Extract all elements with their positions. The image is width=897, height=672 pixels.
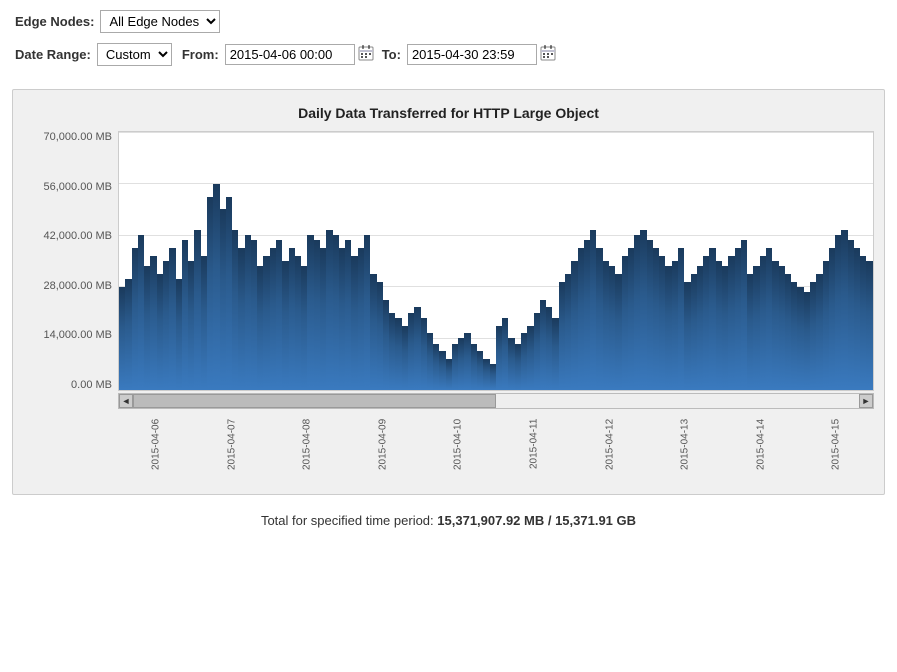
x-axis-label: 2015-04-09 <box>345 409 421 479</box>
edge-nodes-select[interactable]: All Edge Nodes <box>100 10 220 33</box>
x-axis-label: 2015-04-08 <box>269 409 345 479</box>
bars-container <box>119 132 873 390</box>
bar-group <box>866 132 872 390</box>
scroll-left-arrow[interactable]: ◄ <box>119 394 133 408</box>
total-label: Total for specified time period: <box>261 513 434 528</box>
date-range-select[interactable]: Custom <box>97 43 172 66</box>
y-axis-label: 56,000.00 MB <box>44 181 113 193</box>
bar <box>866 261 872 390</box>
scrollbar[interactable]: ◄ ► <box>118 393 874 409</box>
edge-nodes-label: Edge Nodes: <box>15 14 94 29</box>
y-axis-label: 70,000.00 MB <box>44 131 113 143</box>
chart-container: Daily Data Transferred for HTTP Large Ob… <box>12 89 885 495</box>
total-value: 15,371,907.92 MB / 15,371.91 GB <box>437 513 636 528</box>
from-date-input[interactable] <box>225 44 355 65</box>
total-line: Total for specified time period: 15,371,… <box>0 505 897 533</box>
controls-panel: Edge Nodes: All Edge Nodes Date Range: C… <box>0 0 897 84</box>
edge-nodes-row: Edge Nodes: All Edge Nodes <box>15 10 882 33</box>
x-axis-label: 2015-04-13 <box>647 409 723 479</box>
x-axis-label: 2015-04-06 <box>118 409 194 479</box>
y-axis-label: 14,000.00 MB <box>44 329 113 341</box>
y-axis: 70,000.00 MB 56,000.00 MB 42,000.00 MB 28,0… <box>23 131 118 391</box>
y-axis-label: 0.00 MB <box>71 379 112 391</box>
x-axis-label: 2015-04-07 <box>194 409 270 479</box>
scroll-thumb[interactable] <box>133 394 496 408</box>
date-range-label: Date Range: <box>15 47 91 62</box>
scroll-track[interactable] <box>133 394 859 408</box>
to-calendar-icon[interactable] <box>540 45 558 63</box>
from-calendar-icon[interactable] <box>358 45 376 63</box>
x-axis-container: 2015-04-062015-04-072015-04-082015-04-09… <box>118 409 874 484</box>
x-axis-label: 2015-04-10 <box>420 409 496 479</box>
scroll-right-arrow[interactable]: ► <box>859 394 873 408</box>
x-labels-row: 2015-04-062015-04-072015-04-082015-04-09… <box>118 409 874 479</box>
x-axis-label: 2015-04-14 <box>723 409 799 479</box>
chart-area: 70,000.00 MB 56,000.00 MB 42,000.00 MB 28,0… <box>23 131 874 409</box>
x-axis-label: 2015-04-12 <box>572 409 648 479</box>
x-axis-label: 2015-04-15 <box>798 409 874 479</box>
x-axis-label: 2015-04-11 <box>496 409 572 479</box>
date-range-row: Date Range: Custom From: To: <box>15 43 882 66</box>
from-label: From: <box>182 47 219 62</box>
to-label: To: <box>382 47 401 62</box>
chart-plot <box>118 131 874 391</box>
chart-plot-wrapper: ◄ ► <box>118 131 874 409</box>
y-axis-label: 42,000.00 MB <box>44 230 113 242</box>
chart-title: Daily Data Transferred for HTTP Large Ob… <box>23 105 874 121</box>
y-axis-label: 28,000.00 MB <box>44 280 113 292</box>
to-date-input[interactable] <box>407 44 537 65</box>
